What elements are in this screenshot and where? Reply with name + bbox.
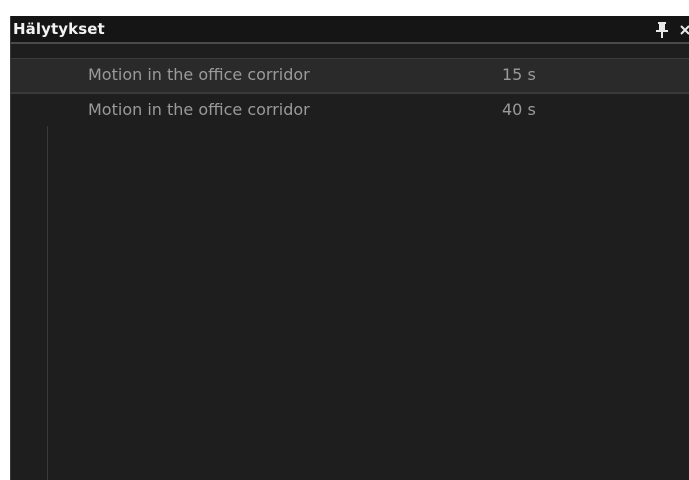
alarm-time: 40 s <box>502 100 536 119</box>
alarm-description: Motion in the office corridor <box>88 100 310 119</box>
alarm-row[interactable]: Motion in the office corridor 40 s <box>11 92 689 126</box>
alarm-description: Motion in the office corridor <box>88 65 310 84</box>
alarm-list: Motion in the office corridor 15 s Motio… <box>11 46 689 480</box>
alarm-time: 15 s <box>502 65 536 84</box>
pin-icon[interactable] <box>654 21 670 39</box>
close-icon[interactable] <box>678 21 689 39</box>
tree-guide-line <box>47 126 48 480</box>
panel-title: Hälytykset <box>13 20 105 38</box>
panel-titlebar: Hälytykset <box>11 16 689 44</box>
alarm-row[interactable]: Motion in the office corridor 15 s <box>11 58 689 92</box>
alarms-panel: Hälytykset Motion in the office corridor… <box>10 16 689 480</box>
